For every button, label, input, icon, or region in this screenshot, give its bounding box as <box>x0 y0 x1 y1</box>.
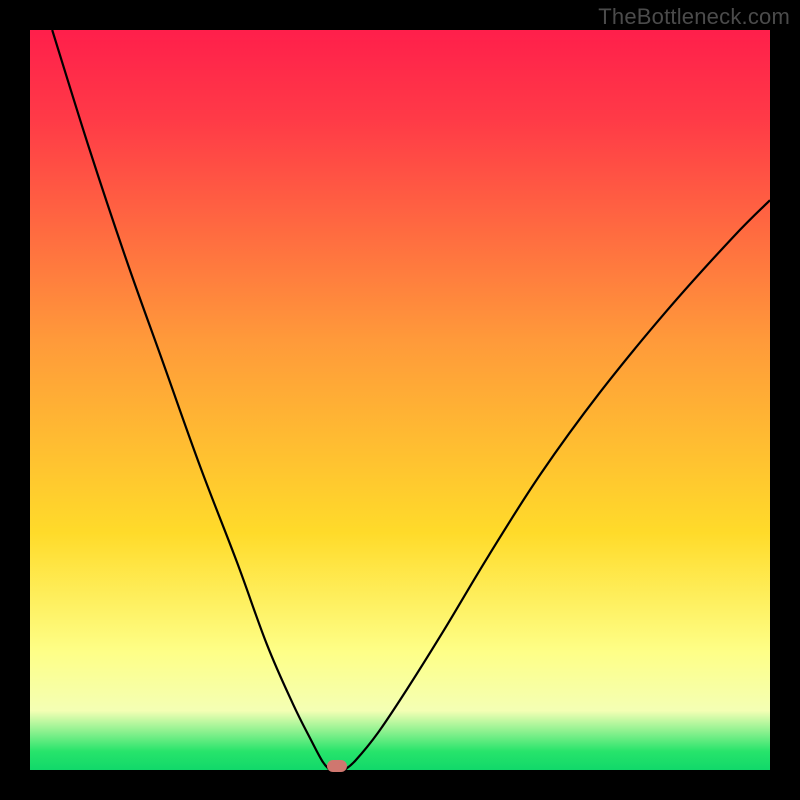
plot-area <box>30 30 770 770</box>
optimum-marker <box>327 760 347 772</box>
chart-frame: TheBottleneck.com <box>0 0 800 800</box>
watermark-text: TheBottleneck.com <box>598 4 790 30</box>
curve-right-branch <box>345 200 771 770</box>
bottleneck-curve <box>30 30 770 770</box>
curve-left-branch <box>52 30 330 770</box>
